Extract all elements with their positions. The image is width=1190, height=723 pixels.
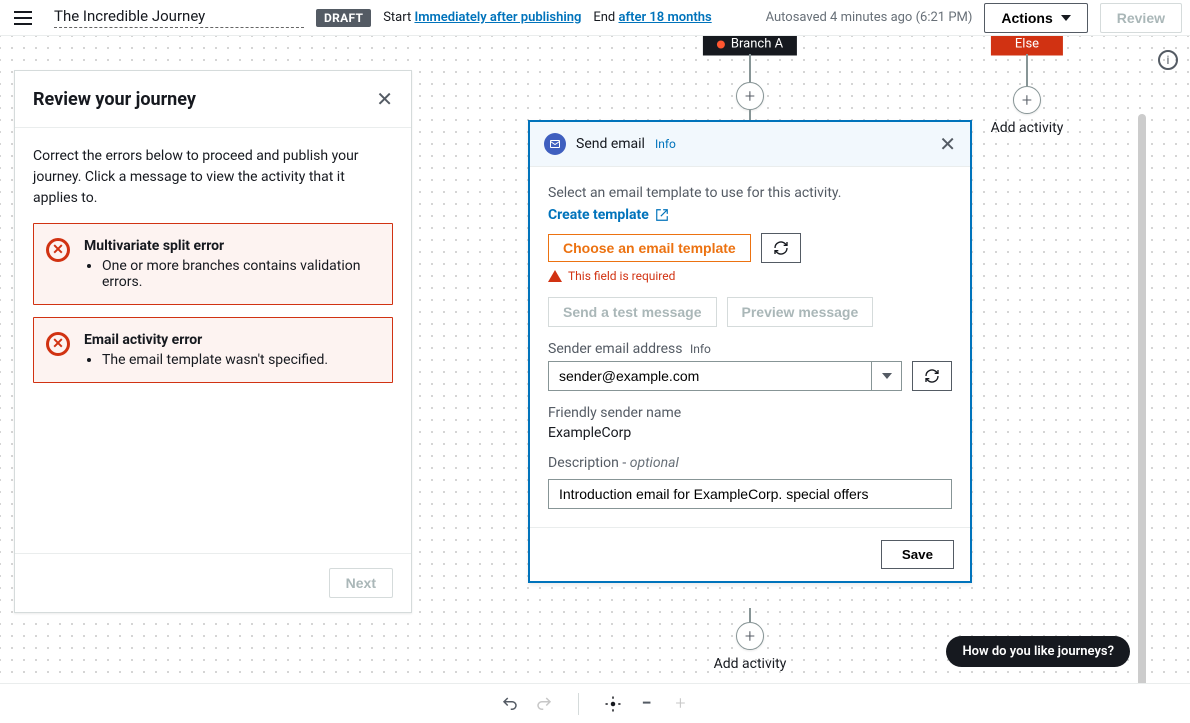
redo-button[interactable] [530,690,558,718]
error-card-multivariate[interactable]: ✕ Multivariate split error One or more b… [33,223,393,305]
review-panel-body: Correct the errors below to proceed and … [15,128,411,413]
end-schedule: End after 18 months [593,10,711,25]
branch-a-label: Branch A [731,37,783,52]
error-message: One or more branches contains validation… [102,258,378,290]
create-template-link[interactable]: Create template [548,207,669,223]
draft-badge: DRAFT [316,9,371,27]
error-text: This field is required [568,269,675,283]
refresh-icon [773,240,789,256]
description-label: Description - optional [548,455,952,471]
zoom-in-button[interactable]: + [667,690,695,718]
scrollbar-thumb[interactable] [1138,114,1146,704]
feedback-pill[interactable]: How do you like journeys? [946,636,1130,667]
bottom-toolbar: − + [0,683,1190,723]
connector-line [1026,54,1028,86]
refresh-templates-button[interactable] [761,233,801,263]
error-icon: ✕ [46,238,70,262]
top-bar: The Incredible Journey DRAFT Start Immed… [0,0,1190,36]
menu-icon[interactable] [14,11,32,25]
send-email-panel: Send email Info ✕ Select an email templa… [528,120,972,583]
end-label: End [593,10,615,25]
sender-email-label: Sender email address Info [548,341,952,357]
sender-email-dropdown[interactable] [872,361,902,391]
add-step-button-branch-a[interactable]: + [736,82,764,110]
review-panel-footer: Next [15,553,411,612]
friendly-name-label: Friendly sender name [548,405,952,421]
send-email-title: Send email [576,136,645,152]
template-required-error: This field is required [548,269,952,283]
send-email-header: Send email Info ✕ [530,122,970,166]
save-button[interactable]: Save [881,540,954,569]
info-link[interactable]: Info [655,137,676,151]
refresh-icon [924,368,940,384]
error-message: The email template wasn't specified. [102,352,378,368]
journey-name-input[interactable]: The Incredible Journey [54,7,304,28]
external-link-icon [655,208,669,222]
send-email-footer: Save [530,527,970,581]
start-link[interactable]: Immediately after publishing [414,10,581,25]
refresh-senders-button[interactable] [912,361,952,391]
divider [578,693,579,715]
actions-label: Actions [1001,10,1052,26]
error-icon: ✕ [46,332,70,356]
add-step-button-else[interactable]: + [1013,86,1041,114]
error-title: Multivariate split error [84,238,378,254]
add-activity-label-else: Add activity [991,120,1064,136]
actions-button[interactable]: Actions [984,3,1087,33]
optional-hint: optional [630,455,679,471]
info-link[interactable]: Info [690,342,711,356]
zoom-out-button[interactable]: − [633,690,661,718]
preview-button[interactable]: Preview message [727,297,874,327]
else-label: Else [1015,37,1039,52]
warning-icon [548,270,562,282]
send-test-button[interactable]: Send a test message [548,297,717,327]
review-button[interactable]: Review [1100,3,1182,33]
connector-line [749,608,751,622]
target-icon [604,695,622,713]
error-card-email[interactable]: ✕ Email activity error The email templat… [33,317,393,383]
description-input[interactable] [548,479,952,509]
undo-icon [501,695,519,713]
email-icon [544,133,566,155]
connector-line [749,54,751,82]
add-step-button-after-email[interactable]: + [736,622,764,650]
caret-down-icon [882,373,892,379]
add-activity-label-after: Add activity [714,656,787,672]
review-intro-text: Correct the errors below to proceed and … [33,146,393,209]
error-dot-icon [717,40,725,48]
review-panel: Review your journey ✕ Correct the errors… [14,70,412,613]
undo-button[interactable] [496,690,524,718]
recenter-button[interactable] [599,690,627,718]
close-icon[interactable]: ✕ [376,87,393,111]
send-email-body: Select an email template to use for this… [530,166,970,527]
autosave-text: Autosaved 4 minutes ago (6:21 PM) [766,10,973,25]
review-panel-header: Review your journey ✕ [15,71,411,128]
friendly-name-value: ExampleCorp [548,425,952,441]
template-hint: Select an email template to use for this… [548,185,952,201]
caret-down-icon [1061,15,1071,21]
info-icon[interactable]: i [1158,50,1178,70]
start-label: Start [383,10,411,25]
review-title: Review your journey [33,89,196,110]
error-title: Email activity error [84,332,378,348]
start-schedule: Start Immediately after publishing [383,10,581,25]
choose-template-button[interactable]: Choose an email template [548,234,751,262]
create-template-label: Create template [548,207,649,223]
sender-email-input[interactable] [548,361,872,391]
redo-icon [535,695,553,713]
next-button[interactable]: Next [329,568,393,598]
close-icon[interactable]: ✕ [939,132,956,156]
end-link[interactable]: after 18 months [619,10,712,25]
